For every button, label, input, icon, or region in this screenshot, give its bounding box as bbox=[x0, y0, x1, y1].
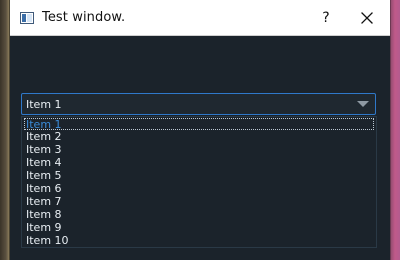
app-icon bbox=[20, 11, 34, 24]
dropdown-item-1[interactable]: Item 1 bbox=[24, 118, 374, 131]
dropdown-item-7[interactable]: Item 7 bbox=[22, 195, 376, 208]
dropdown-item-9[interactable]: Item 9 bbox=[22, 221, 376, 234]
dropdown-item-4[interactable]: Item 4 bbox=[22, 156, 376, 169]
window-title: Test window. bbox=[42, 10, 126, 25]
help-button[interactable]: ? bbox=[310, 0, 342, 36]
combobox-selected-value: Item 1 bbox=[26, 97, 62, 111]
dropdown-item-5[interactable]: Item 5 bbox=[22, 169, 376, 182]
combobox-dropdown-list[interactable]: Item 1 Item 2 Item 3 Item 4 Item 5 Item … bbox=[21, 116, 377, 248]
dropdown-item-8[interactable]: Item 8 bbox=[22, 208, 376, 221]
close-button[interactable] bbox=[344, 0, 390, 36]
window-content: Item 1 Item 1 Item 2 Item 3 Item 4 Item … bbox=[10, 36, 390, 260]
dropdown-item-6[interactable]: Item 6 bbox=[22, 182, 376, 195]
app-window: Test window. ? Item 1 Item 1 Item 2 Item… bbox=[10, 0, 390, 260]
title-bar[interactable]: Test window. ? bbox=[10, 0, 390, 36]
close-icon bbox=[361, 12, 373, 24]
dropdown-item-2[interactable]: Item 2 bbox=[22, 130, 376, 143]
dropdown-item-3[interactable]: Item 3 bbox=[22, 143, 376, 156]
help-label: ? bbox=[322, 10, 330, 26]
item-combobox[interactable]: Item 1 bbox=[21, 93, 376, 115]
chevron-down-icon[interactable] bbox=[357, 101, 369, 107]
dropdown-item-10[interactable]: Item 10 bbox=[22, 234, 376, 247]
